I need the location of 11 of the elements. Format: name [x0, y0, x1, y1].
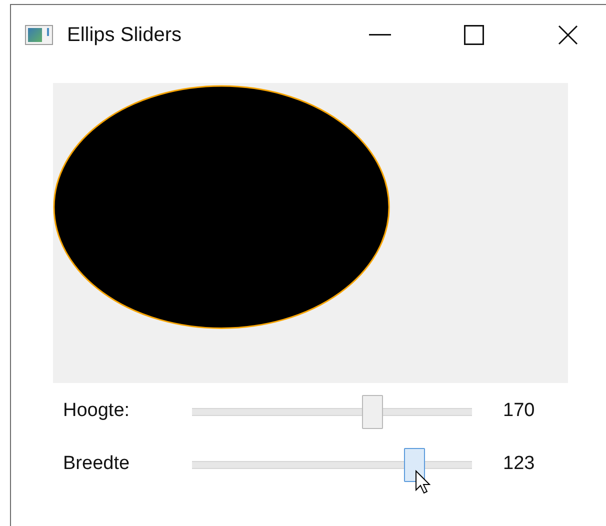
window-title: Ellips Sliders	[67, 23, 182, 48]
close-icon	[558, 25, 578, 45]
minimize-icon	[369, 34, 391, 36]
slider-label: Hoogte:	[63, 399, 131, 424]
maximize-icon	[464, 25, 484, 45]
slider-thumb[interactable]	[362, 394, 384, 428]
cursor-icon	[414, 470, 431, 496]
slider-value: 123	[503, 452, 535, 476]
app-icon	[25, 25, 53, 45]
slider-value: 170	[503, 399, 535, 424]
slider-label: Breedte	[63, 452, 131, 476]
